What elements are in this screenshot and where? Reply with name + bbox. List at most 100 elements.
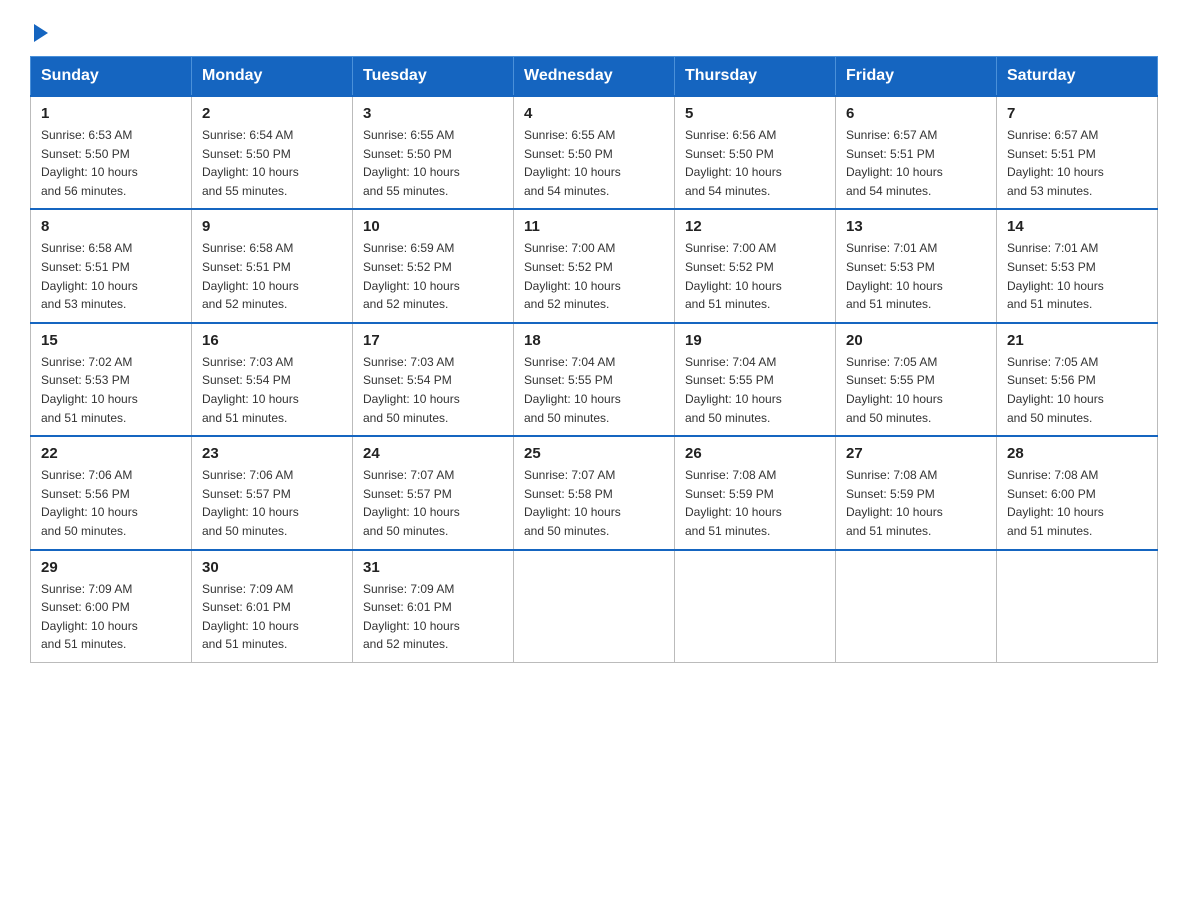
- day-number: 14: [1007, 218, 1147, 235]
- calendar-header-row: SundayMondayTuesdayWednesdayThursdayFrid…: [31, 57, 1158, 97]
- day-number: 17: [363, 332, 503, 349]
- day-number: 18: [524, 332, 664, 349]
- calendar-day-cell: [514, 550, 675, 663]
- calendar-day-cell: 7 Sunrise: 6:57 AMSunset: 5:51 PMDayligh…: [997, 96, 1158, 209]
- day-info: Sunrise: 7:08 AMSunset: 5:59 PMDaylight:…: [846, 468, 943, 538]
- calendar-header-thursday: Thursday: [675, 57, 836, 97]
- calendar-day-cell: 30 Sunrise: 7:09 AMSunset: 6:01 PMDaylig…: [192, 550, 353, 663]
- calendar-day-cell: 22 Sunrise: 7:06 AMSunset: 5:56 PMDaylig…: [31, 436, 192, 549]
- day-number: 1: [41, 105, 181, 122]
- calendar-day-cell: 25 Sunrise: 7:07 AMSunset: 5:58 PMDaylig…: [514, 436, 675, 549]
- calendar-header-saturday: Saturday: [997, 57, 1158, 97]
- calendar-day-cell: 3 Sunrise: 6:55 AMSunset: 5:50 PMDayligh…: [353, 96, 514, 209]
- day-info: Sunrise: 7:00 AMSunset: 5:52 PMDaylight:…: [524, 241, 621, 311]
- day-info: Sunrise: 7:04 AMSunset: 5:55 PMDaylight:…: [524, 355, 621, 425]
- day-number: 11: [524, 218, 664, 235]
- logo-top: [30, 20, 48, 42]
- day-number: 15: [41, 332, 181, 349]
- day-info: Sunrise: 7:09 AMSunset: 6:01 PMDaylight:…: [202, 582, 299, 652]
- day-number: 28: [1007, 445, 1147, 462]
- day-number: 27: [846, 445, 986, 462]
- day-info: Sunrise: 6:54 AMSunset: 5:50 PMDaylight:…: [202, 128, 299, 198]
- page-header: [30, 20, 1158, 38]
- day-number: 5: [685, 105, 825, 122]
- day-info: Sunrise: 7:07 AMSunset: 5:57 PMDaylight:…: [363, 468, 460, 538]
- calendar-day-cell: 31 Sunrise: 7:09 AMSunset: 6:01 PMDaylig…: [353, 550, 514, 663]
- day-info: Sunrise: 7:08 AMSunset: 5:59 PMDaylight:…: [685, 468, 782, 538]
- day-number: 19: [685, 332, 825, 349]
- calendar-header-tuesday: Tuesday: [353, 57, 514, 97]
- day-number: 7: [1007, 105, 1147, 122]
- day-number: 23: [202, 445, 342, 462]
- day-number: 24: [363, 445, 503, 462]
- day-info: Sunrise: 6:57 AMSunset: 5:51 PMDaylight:…: [1007, 128, 1104, 198]
- day-info: Sunrise: 7:06 AMSunset: 5:56 PMDaylight:…: [41, 468, 138, 538]
- calendar-day-cell: 27 Sunrise: 7:08 AMSunset: 5:59 PMDaylig…: [836, 436, 997, 549]
- day-info: Sunrise: 7:09 AMSunset: 6:00 PMDaylight:…: [41, 582, 138, 652]
- calendar-day-cell: 2 Sunrise: 6:54 AMSunset: 5:50 PMDayligh…: [192, 96, 353, 209]
- calendar-day-cell: 21 Sunrise: 7:05 AMSunset: 5:56 PMDaylig…: [997, 323, 1158, 436]
- day-number: 16: [202, 332, 342, 349]
- day-info: Sunrise: 6:58 AMSunset: 5:51 PMDaylight:…: [41, 241, 138, 311]
- day-info: Sunrise: 7:03 AMSunset: 5:54 PMDaylight:…: [363, 355, 460, 425]
- day-info: Sunrise: 6:57 AMSunset: 5:51 PMDaylight:…: [846, 128, 943, 198]
- calendar-day-cell: [997, 550, 1158, 663]
- day-info: Sunrise: 6:56 AMSunset: 5:50 PMDaylight:…: [685, 128, 782, 198]
- calendar-table: SundayMondayTuesdayWednesdayThursdayFrid…: [30, 56, 1158, 663]
- day-info: Sunrise: 7:08 AMSunset: 6:00 PMDaylight:…: [1007, 468, 1104, 538]
- day-number: 2: [202, 105, 342, 122]
- day-info: Sunrise: 7:03 AMSunset: 5:54 PMDaylight:…: [202, 355, 299, 425]
- calendar-day-cell: 12 Sunrise: 7:00 AMSunset: 5:52 PMDaylig…: [675, 209, 836, 322]
- day-number: 8: [41, 218, 181, 235]
- calendar-day-cell: 6 Sunrise: 6:57 AMSunset: 5:51 PMDayligh…: [836, 96, 997, 209]
- day-number: 4: [524, 105, 664, 122]
- day-info: Sunrise: 7:01 AMSunset: 5:53 PMDaylight:…: [846, 241, 943, 311]
- day-number: 22: [41, 445, 181, 462]
- calendar-day-cell: 28 Sunrise: 7:08 AMSunset: 6:00 PMDaylig…: [997, 436, 1158, 549]
- calendar-day-cell: 15 Sunrise: 7:02 AMSunset: 5:53 PMDaylig…: [31, 323, 192, 436]
- day-info: Sunrise: 7:07 AMSunset: 5:58 PMDaylight:…: [524, 468, 621, 538]
- calendar-day-cell: [675, 550, 836, 663]
- calendar-day-cell: 24 Sunrise: 7:07 AMSunset: 5:57 PMDaylig…: [353, 436, 514, 549]
- calendar-week-row: 22 Sunrise: 7:06 AMSunset: 5:56 PMDaylig…: [31, 436, 1158, 549]
- day-info: Sunrise: 7:05 AMSunset: 5:56 PMDaylight:…: [1007, 355, 1104, 425]
- calendar-day-cell: 8 Sunrise: 6:58 AMSunset: 5:51 PMDayligh…: [31, 209, 192, 322]
- calendar-day-cell: 18 Sunrise: 7:04 AMSunset: 5:55 PMDaylig…: [514, 323, 675, 436]
- day-number: 3: [363, 105, 503, 122]
- calendar-header-monday: Monday: [192, 57, 353, 97]
- calendar-header-sunday: Sunday: [31, 57, 192, 97]
- day-number: 26: [685, 445, 825, 462]
- day-info: Sunrise: 7:09 AMSunset: 6:01 PMDaylight:…: [363, 582, 460, 652]
- calendar-day-cell: 10 Sunrise: 6:59 AMSunset: 5:52 PMDaylig…: [353, 209, 514, 322]
- calendar-day-cell: 11 Sunrise: 7:00 AMSunset: 5:52 PMDaylig…: [514, 209, 675, 322]
- calendar-day-cell: 1 Sunrise: 6:53 AMSunset: 5:50 PMDayligh…: [31, 96, 192, 209]
- day-number: 29: [41, 559, 181, 576]
- calendar-day-cell: 17 Sunrise: 7:03 AMSunset: 5:54 PMDaylig…: [353, 323, 514, 436]
- day-number: 20: [846, 332, 986, 349]
- calendar-header-friday: Friday: [836, 57, 997, 97]
- day-number: 9: [202, 218, 342, 235]
- calendar-day-cell: 26 Sunrise: 7:08 AMSunset: 5:59 PMDaylig…: [675, 436, 836, 549]
- calendar-day-cell: 23 Sunrise: 7:06 AMSunset: 5:57 PMDaylig…: [192, 436, 353, 549]
- day-info: Sunrise: 7:04 AMSunset: 5:55 PMDaylight:…: [685, 355, 782, 425]
- day-info: Sunrise: 7:00 AMSunset: 5:52 PMDaylight:…: [685, 241, 782, 311]
- day-info: Sunrise: 6:59 AMSunset: 5:52 PMDaylight:…: [363, 241, 460, 311]
- calendar-header-wednesday: Wednesday: [514, 57, 675, 97]
- calendar-week-row: 15 Sunrise: 7:02 AMSunset: 5:53 PMDaylig…: [31, 323, 1158, 436]
- calendar-week-row: 29 Sunrise: 7:09 AMSunset: 6:00 PMDaylig…: [31, 550, 1158, 663]
- calendar-day-cell: 29 Sunrise: 7:09 AMSunset: 6:00 PMDaylig…: [31, 550, 192, 663]
- calendar-day-cell: 19 Sunrise: 7:04 AMSunset: 5:55 PMDaylig…: [675, 323, 836, 436]
- day-number: 10: [363, 218, 503, 235]
- logo-triangle-icon: [34, 24, 48, 42]
- calendar-day-cell: 4 Sunrise: 6:55 AMSunset: 5:50 PMDayligh…: [514, 96, 675, 209]
- day-number: 30: [202, 559, 342, 576]
- calendar-week-row: 1 Sunrise: 6:53 AMSunset: 5:50 PMDayligh…: [31, 96, 1158, 209]
- calendar-day-cell: 9 Sunrise: 6:58 AMSunset: 5:51 PMDayligh…: [192, 209, 353, 322]
- calendar-day-cell: [836, 550, 997, 663]
- day-info: Sunrise: 6:58 AMSunset: 5:51 PMDaylight:…: [202, 241, 299, 311]
- day-number: 25: [524, 445, 664, 462]
- day-number: 13: [846, 218, 986, 235]
- day-number: 21: [1007, 332, 1147, 349]
- day-number: 6: [846, 105, 986, 122]
- day-number: 31: [363, 559, 503, 576]
